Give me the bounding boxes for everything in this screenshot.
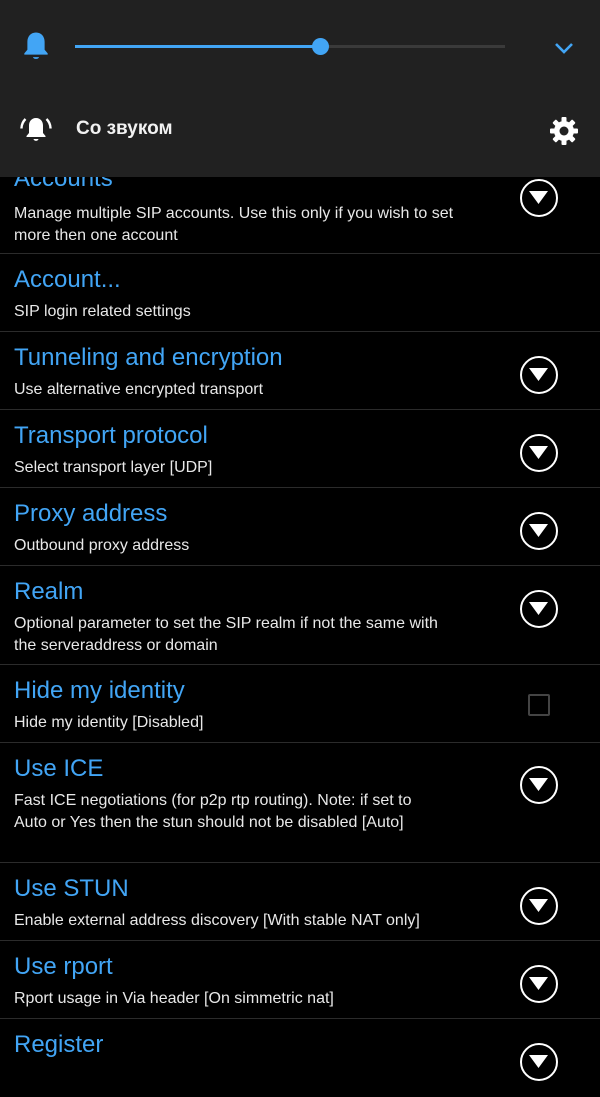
chevron-down-icon[interactable] <box>553 37 575 59</box>
volume-slider[interactable] <box>75 38 505 55</box>
pref-title: Use STUN <box>14 875 129 902</box>
pref-title: Use rport <box>14 953 113 980</box>
dropdown-arrow-icon[interactable] <box>520 356 558 394</box>
pref-summary: Rport usage in Via header [On simmetric … <box>14 990 334 1007</box>
pref-summary: Optional parameter to set the SIP realm … <box>14 615 438 654</box>
pref-summary: Hide my identity [Disabled] <box>14 714 204 731</box>
pref-item-tunneling[interactable]: Tunneling and encryption Use alternative… <box>0 332 600 410</box>
dropdown-arrow-icon[interactable] <box>520 766 558 804</box>
pref-title: Register <box>14 1031 104 1058</box>
pref-item-use-stun[interactable]: Use STUN Enable external address discove… <box>0 863 600 941</box>
pref-summary: Fast ICE negotiations (for p2p rtp routi… <box>14 792 412 831</box>
pref-summary: Enable external address discovery [With … <box>14 912 420 929</box>
dropdown-arrow-icon[interactable] <box>520 965 558 1003</box>
pref-summary: Outbound proxy address <box>14 537 190 554</box>
pref-item-use-rport[interactable]: Use rport Rport usage in Via header [On … <box>0 941 600 1019</box>
dropdown-arrow-icon[interactable] <box>520 434 558 472</box>
pref-title: Use ICE <box>14 755 104 782</box>
pref-item-register[interactable]: Register <box>0 1019 600 1097</box>
pref-item-realm[interactable]: Realm Optional parameter to set the SIP … <box>0 566 600 665</box>
pref-title: Tunneling and encryption <box>14 344 283 371</box>
pref-summary: Manage multiple SIP accounts. Use this o… <box>14 205 454 244</box>
volume-panel: Со звуком <box>0 0 600 177</box>
pref-title: Account... <box>14 266 121 293</box>
pref-item-use-ice[interactable]: Use ICE Fast ICE negotiations (for p2p r… <box>0 743 600 863</box>
bell-icon <box>24 32 48 59</box>
dropdown-arrow-icon[interactable] <box>520 179 558 217</box>
volume-slider-fill <box>75 45 321 48</box>
volume-slider-thumb[interactable] <box>312 38 330 55</box>
pref-title: Realm <box>14 578 84 605</box>
dropdown-arrow-icon[interactable] <box>520 512 558 550</box>
pref-item-hide-identity[interactable]: Hide my identity Hide my identity [Disab… <box>0 665 600 743</box>
pref-item-transport[interactable]: Transport protocol Select transport laye… <box>0 410 600 488</box>
pref-summary: Use alternative encrypted transport <box>14 381 264 398</box>
pref-title: Proxy address <box>14 500 168 527</box>
sound-mode-label[interactable]: Со звуком <box>76 118 173 140</box>
dropdown-arrow-icon[interactable] <box>520 1043 558 1081</box>
hide-identity-checkbox[interactable] <box>528 694 550 716</box>
pref-summary: Select transport layer [UDP] <box>14 459 213 476</box>
pref-title: Hide my identity <box>14 677 185 704</box>
gear-icon[interactable] <box>548 115 580 147</box>
ringer-icon[interactable] <box>18 112 54 148</box>
pref-title: Transport protocol <box>14 422 208 449</box>
pref-item-account[interactable]: Account... SIP login related settings <box>0 254 600 332</box>
dropdown-arrow-icon[interactable] <box>520 590 558 628</box>
dropdown-arrow-icon[interactable] <box>520 887 558 925</box>
pref-summary: SIP login related settings <box>14 303 191 320</box>
preferences-list: Accounts Manage multiple SIP accounts. U… <box>0 157 600 1097</box>
pref-item-proxy[interactable]: Proxy address Outbound proxy address <box>0 488 600 566</box>
